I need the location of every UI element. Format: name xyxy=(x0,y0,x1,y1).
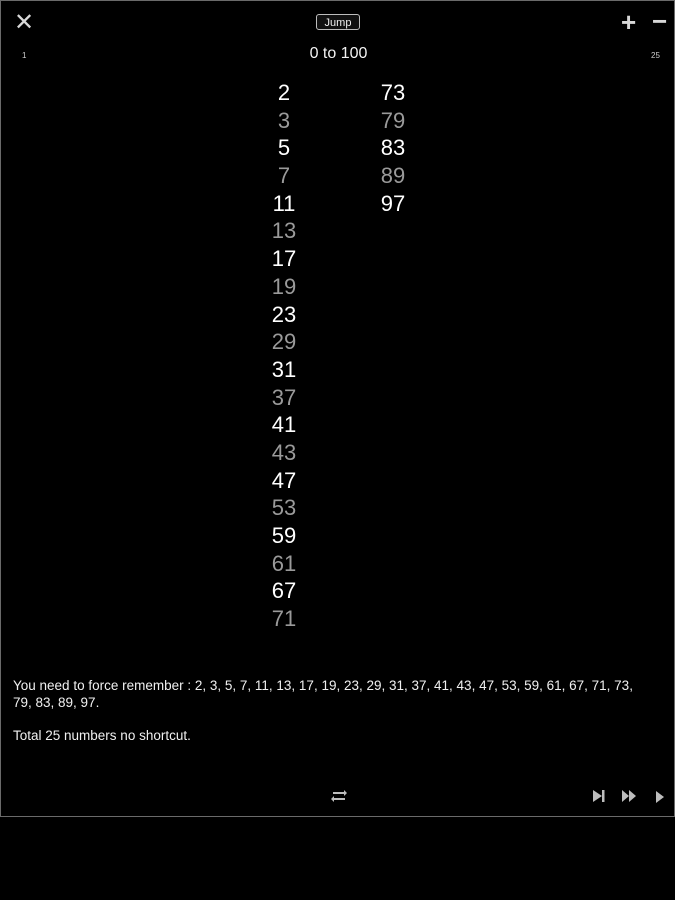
jump-button[interactable]: Jump xyxy=(316,14,360,30)
number-item: 19 xyxy=(271,273,297,299)
number-item: 5 xyxy=(277,135,291,161)
number-column-1: 2 3 5 7 11 13 17 19 23 29 31 37 41 43 47… xyxy=(254,79,314,633)
number-item: 11 xyxy=(272,190,296,216)
number-item: 2 xyxy=(277,80,291,105)
number-item: 61 xyxy=(271,550,297,576)
number-item: 53 xyxy=(271,495,297,521)
number-item: 71 xyxy=(271,606,297,632)
number-column-2: 73 79 83 89 97 xyxy=(363,79,423,217)
number-item: 73 xyxy=(380,80,406,105)
number-item: 29 xyxy=(271,329,297,355)
play-icon[interactable] xyxy=(655,790,665,808)
range-title: 0 to 100 xyxy=(309,45,368,62)
close-icon[interactable]: ✕ xyxy=(14,11,34,35)
number-item: 43 xyxy=(271,439,297,465)
remember-text: You need to force remember : 2, 3, 5, 7,… xyxy=(13,678,633,710)
number-item: 89 xyxy=(380,163,406,189)
repeat-icon[interactable] xyxy=(329,788,349,809)
number-item: 79 xyxy=(380,107,406,133)
number-item: 47 xyxy=(271,467,297,493)
number-item: 13 xyxy=(271,218,297,244)
fast-forward-icon[interactable] xyxy=(621,789,639,808)
skip-end-icon[interactable] xyxy=(592,789,606,808)
number-item: 31 xyxy=(271,356,297,382)
number-item: 97 xyxy=(380,190,406,216)
minus-icon[interactable]: − xyxy=(652,8,667,34)
app-frame: ✕ Jump + − 1 0 to 100 25 2 3 5 7 11 13 1… xyxy=(0,0,675,817)
number-item: 59 xyxy=(271,523,297,548)
number-item: 67 xyxy=(271,578,297,604)
number-item: 3 xyxy=(277,107,291,133)
number-item: 37 xyxy=(271,384,297,410)
total-text: Total 25 numbers no shortcut. xyxy=(13,728,191,743)
number-item: 7 xyxy=(277,163,291,189)
number-item: 41 xyxy=(271,412,297,438)
plus-icon[interactable]: + xyxy=(621,9,636,35)
range-max-label: 25 xyxy=(651,51,660,60)
number-item: 23 xyxy=(271,301,297,327)
number-item: 17 xyxy=(271,246,297,272)
number-item: 83 xyxy=(380,135,406,161)
